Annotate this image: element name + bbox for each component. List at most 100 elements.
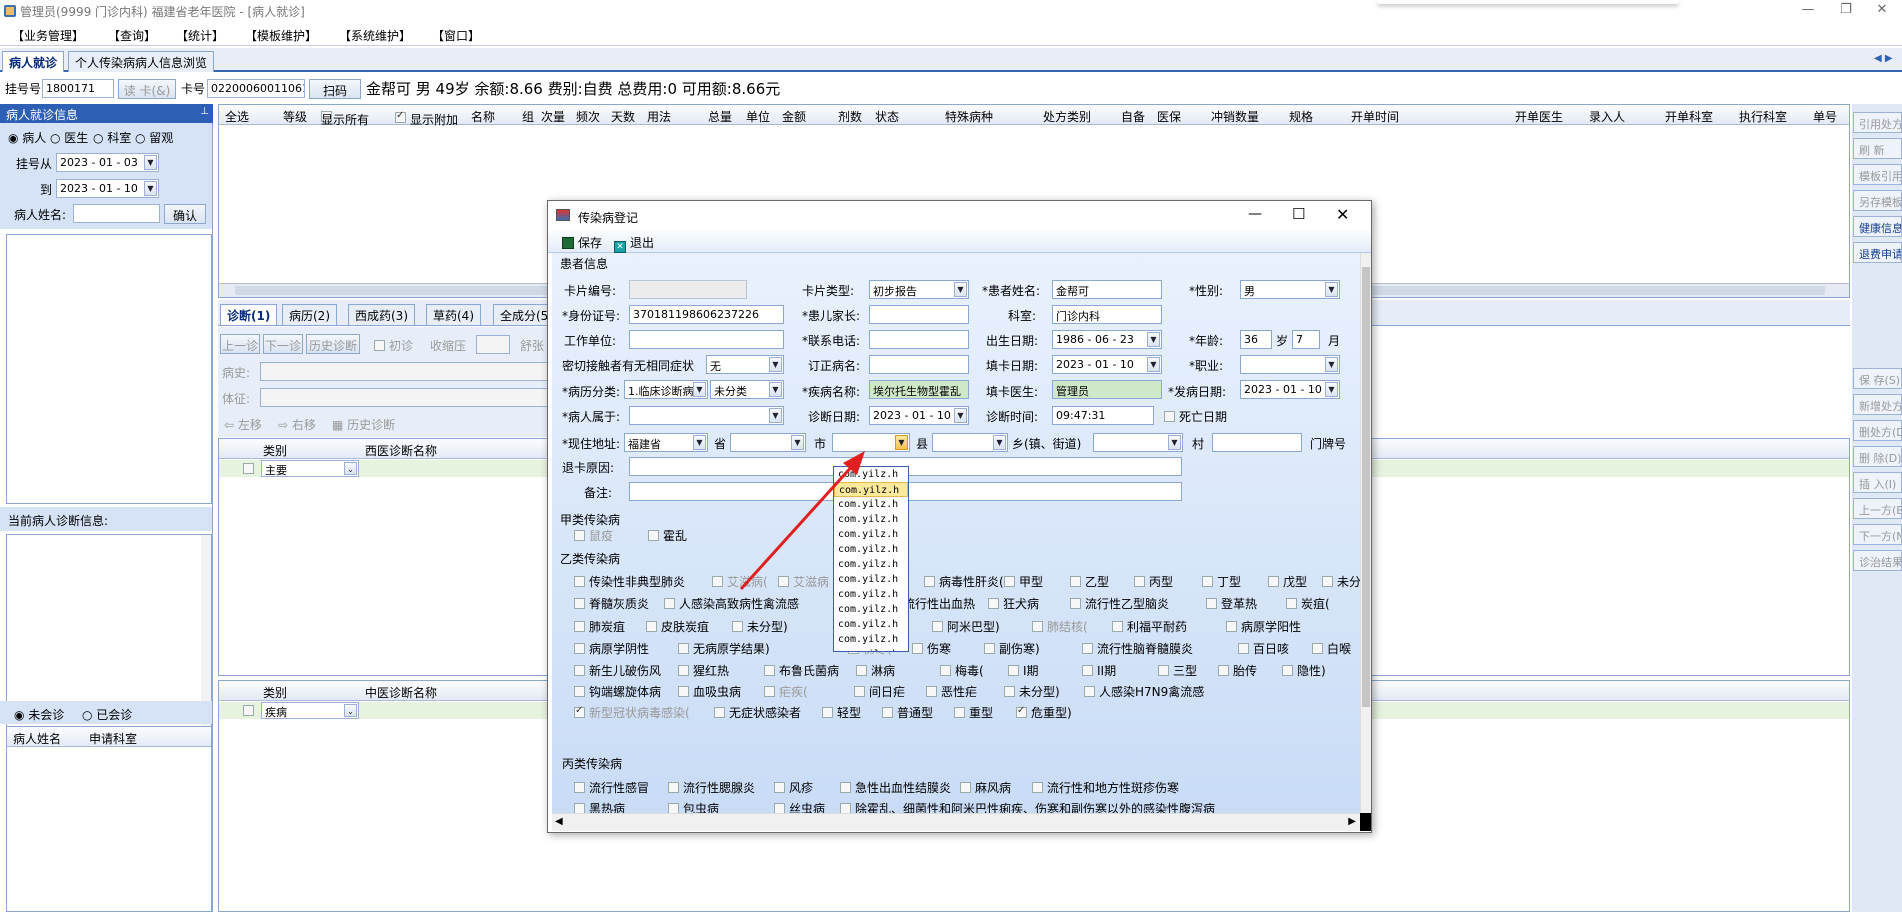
disease-checkbox[interactable]: 炭疽( (1286, 595, 1330, 612)
save-button[interactable]: 保 存(S) (1853, 368, 1902, 389)
checkbox-icon[interactable] (1008, 665, 1019, 676)
disease-checkbox[interactable]: 流行性和地方性斑疹伤寒 (1032, 779, 1179, 796)
pin-icon[interactable]: ⊥ (200, 106, 209, 117)
col-west-diag-name[interactable]: 西医诊断名称 (365, 442, 437, 459)
disease-checkbox[interactable]: 乙型 (1070, 573, 1109, 590)
reg-to-date[interactable]: 2023 - 01 - 10 ▼ (56, 179, 159, 198)
reg-number-input[interactable]: 1800171 (42, 79, 114, 98)
checkbox-icon[interactable] (1134, 576, 1145, 587)
card-no-input[interactable] (629, 280, 747, 299)
checkbox-icon[interactable] (1158, 665, 1169, 676)
checkbox-icon[interactable] (664, 598, 675, 609)
checkbox-icon[interactable] (1004, 576, 1015, 587)
chevron-down-icon[interactable]: ⌄ (344, 462, 357, 475)
province-select[interactable]: 福建省 ▼ (624, 433, 708, 452)
col-unit[interactable]: 单位 (746, 108, 770, 125)
disease-checkbox[interactable]: 人感染高致病性禽流感 (664, 595, 799, 612)
phone-input[interactable] (869, 330, 969, 349)
disease-checkbox[interactable]: 狂犬病 (988, 595, 1039, 612)
disease-checkbox[interactable]: 流行性腮腺炎 (668, 779, 755, 796)
disease-checkbox[interactable]: 未分型) (1322, 573, 1360, 590)
sex-select[interactable]: 男 ▼ (1240, 280, 1340, 299)
save-template-button[interactable]: 另存模板 (1853, 190, 1902, 211)
chevron-down-icon[interactable]: ▼ (769, 357, 782, 372)
card-type-select[interactable]: 初步报告 ▼ (869, 280, 969, 299)
col-apply-dept[interactable]: 申请科室 (89, 730, 137, 747)
disease-checkbox[interactable]: 淋病 (856, 662, 895, 679)
checkbox-icon[interactable] (574, 576, 585, 587)
disease-checkbox[interactable]: I期 (1008, 662, 1039, 679)
fill-doctor-input[interactable]: 管理员 (1052, 380, 1162, 399)
case-subcategory-select[interactable]: 未分类 ▼ (710, 380, 784, 399)
minimize-icon[interactable]: — (1794, 2, 1822, 20)
disease-checkbox[interactable]: 病原学阴性 (574, 640, 649, 657)
reg-from-date[interactable]: 2023 - 01 - 03 ▼ (56, 153, 159, 172)
disease-checkbox[interactable]: 戊型 (1268, 573, 1307, 590)
diag-result-button[interactable]: 诊治结果 (1853, 550, 1902, 571)
col-self[interactable]: 自备 (1121, 108, 1145, 125)
checkbox-icon[interactable] (822, 707, 833, 718)
checkbox-icon[interactable] (1322, 576, 1333, 587)
chevron-down-icon[interactable]: ▼ (954, 282, 967, 297)
menu-stats[interactable]: 【统计】 (176, 27, 224, 44)
close-icon[interactable]: ✕ (1868, 2, 1896, 20)
menu-window[interactable]: 【窗口】 (432, 27, 480, 44)
scroll-thumb[interactable] (1362, 267, 1370, 707)
disease-name-input[interactable]: 埃尔托生物型霍乱 (869, 380, 969, 399)
checkbox-icon[interactable] (1238, 643, 1249, 654)
patient-name-input[interactable] (73, 204, 160, 223)
checkbox-icon[interactable] (774, 782, 785, 793)
disease-checkbox[interactable]: 传染性非典型肺炎 (574, 573, 685, 590)
checkbox-icon[interactable] (954, 707, 965, 718)
disease-checkbox[interactable]: 三型 (1158, 662, 1197, 679)
checkbox-icon[interactable] (678, 665, 689, 676)
disease-checkbox[interactable]: 无病原学结果) (678, 640, 770, 657)
checkbox-icon[interactable] (932, 621, 943, 632)
radio-not-consulted[interactable]: ◉ 未会诊 (14, 706, 64, 723)
diag-type-select[interactable]: 主要 ⌄ (261, 460, 359, 477)
checkbox-icon[interactable] (1312, 643, 1323, 654)
prev-rx-button[interactable]: 上一方(B) (1853, 498, 1902, 519)
menu-query[interactable]: 【查询】 (108, 27, 156, 44)
consult-list[interactable]: 病人姓名 申请科室 (6, 726, 212, 912)
col-doses[interactable]: 剂数 (838, 108, 862, 125)
col-show-extra[interactable]: 显示附加 (395, 108, 458, 127)
disease-checkbox[interactable]: 病毒性肝炎( (924, 573, 1004, 590)
disease-checkbox[interactable]: 阿米巴型) (932, 618, 1000, 635)
checkbox-icon[interactable] (574, 705, 585, 718)
scan-button[interactable]: 扫码 (309, 79, 361, 99)
disease-checkbox[interactable]: 副伤寒) (984, 640, 1040, 657)
disease-checkbox[interactable]: 风疹 (774, 779, 813, 796)
col-cn-category[interactable]: 类别 (263, 684, 287, 701)
age-year-input[interactable]: 36 (1240, 330, 1272, 349)
disease-checkbox[interactable]: 新生儿破伤风 (574, 662, 661, 679)
disease-checkbox[interactable]: 恶性疟 (926, 683, 977, 700)
disease-checkbox[interactable]: 皮肤炭疽 (646, 618, 709, 635)
minimize-icon[interactable]: — (1248, 206, 1262, 222)
chevron-down-icon[interactable]: ▼ (1325, 382, 1338, 397)
disease-checkbox[interactable]: 肺炭疽 (574, 618, 625, 635)
id-number-input[interactable]: 370181198606237226 (629, 305, 784, 324)
death-date-check[interactable]: 死亡日期 (1164, 408, 1227, 425)
next-rx-button[interactable]: 下一方(N) (1853, 524, 1902, 545)
new-rx-button[interactable]: 新增处方 (1853, 394, 1902, 415)
col-order-doctor[interactable]: 开单医生 (1515, 108, 1563, 125)
exit-button[interactable]: ✕ 退出 (614, 234, 654, 253)
chevron-down-icon[interactable]: ▼ (693, 382, 706, 397)
disease-checkbox[interactable]: 急性出血性结膜炎 (840, 779, 951, 796)
cite-template-button[interactable]: 模板引用 (1853, 164, 1902, 185)
read-card-button[interactable]: 读 卡(&) (118, 79, 176, 99)
radio-doctor[interactable]: ○ 医生 (50, 129, 88, 146)
disease-checkbox[interactable]: 脊髓灰质炎 (574, 595, 649, 612)
patient-visit-list[interactable] (6, 234, 212, 504)
dialog-hscrollbar[interactable]: ◀ ▶ (552, 813, 1360, 831)
job-select[interactable]: ▼ (1240, 355, 1340, 374)
disease-checkbox[interactable]: 黑热病 (574, 800, 625, 813)
checkbox-icon[interactable] (774, 803, 785, 813)
chevron-down-icon[interactable]: ▼ (693, 435, 706, 450)
bp-input[interactable] (476, 335, 510, 354)
move-left-button[interactable]: ⇦ 左移 (224, 416, 262, 433)
fill-date-input[interactable]: 2023 - 01 - 10 ▼ (1052, 355, 1162, 374)
city-option[interactable]: com.yilz.h (834, 617, 908, 632)
diag-date-input[interactable]: 2023 - 01 - 10 ▼ (869, 406, 969, 425)
